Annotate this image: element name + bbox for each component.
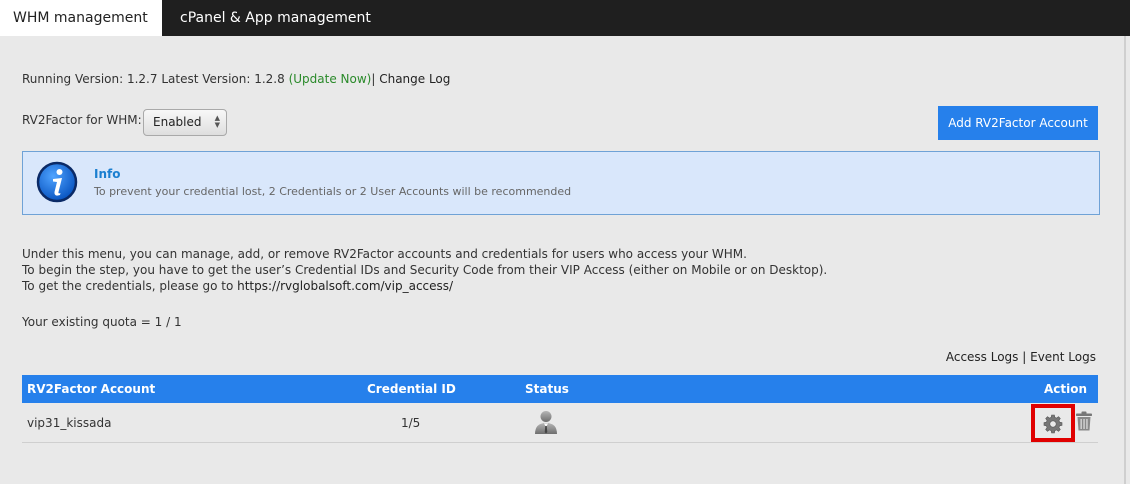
main-panel: Running Version: 1.2.7 Latest Version: 1… [0, 36, 1126, 484]
vip-access-link[interactable]: https://rvglobalsoft.com/vip_access/ [237, 279, 453, 293]
logs-separator: | [1018, 350, 1031, 364]
header-account: RV2Factor Account [27, 382, 156, 396]
header-credential-id: Credential ID [367, 382, 456, 396]
event-logs-link[interactable]: Event Logs [1030, 350, 1096, 364]
gear-icon [1043, 414, 1063, 434]
info-box: Info To prevent your credential lost, 2 … [22, 151, 1100, 215]
table-row: vip31_kissada 1/5 [22, 403, 1098, 443]
add-rv2factor-account-button[interactable]: Add RV2Factor Account [938, 106, 1098, 140]
rv2factor-label: RV2Factor for WHM: [22, 113, 142, 127]
accounts-table: RV2Factor Account Credential ID Status A… [22, 375, 1098, 443]
version-line: Running Version: 1.2.7 Latest Version: 1… [22, 72, 450, 86]
row-credential-id: 1/5 [401, 416, 421, 430]
trash-icon[interactable] [1075, 411, 1093, 431]
tab-cpanel-app-management[interactable]: cPanel & App management [162, 0, 392, 36]
info-title: Info [94, 167, 121, 181]
select-arrows-icon: ▲ ▼ [214, 114, 220, 129]
header-action: Action [1043, 382, 1087, 396]
description-line-1: Under this menu, you can manage, add, or… [22, 247, 747, 261]
rv2factor-select[interactable]: Enabled ▲ ▼ [143, 109, 227, 136]
info-icon [36, 161, 78, 203]
user-icon [535, 411, 557, 434]
row-account: vip31_kissada [27, 416, 112, 430]
header-status: Status [525, 382, 569, 396]
change-log-link[interactable]: Change Log [379, 72, 450, 86]
table-header: RV2Factor Account Credential ID Status A… [22, 375, 1098, 403]
logs-links: Access Logs | Event Logs [946, 350, 1096, 364]
description-line-2: To begin the step, you have to get the u… [22, 263, 828, 277]
version-text: Running Version: 1.2.7 Latest Version: 1… [22, 72, 289, 86]
info-text: To prevent your credential lost, 2 Crede… [94, 185, 572, 198]
description-line-3: To get the credentials, please go to htt… [22, 279, 453, 293]
tab-bar: WHM management cPanel & App management [0, 0, 1130, 36]
description-line-3-text: To get the credentials, please go to [22, 279, 238, 293]
access-logs-link[interactable]: Access Logs [946, 350, 1019, 364]
tab-whm-management[interactable]: WHM management [0, 0, 162, 36]
rv2factor-selected-value: Enabled [153, 115, 202, 129]
settings-button[interactable] [1031, 404, 1075, 442]
quota-text: Your existing quota = 1 / 1 [22, 315, 182, 329]
update-now-link[interactable]: (Update Now) [289, 72, 372, 86]
